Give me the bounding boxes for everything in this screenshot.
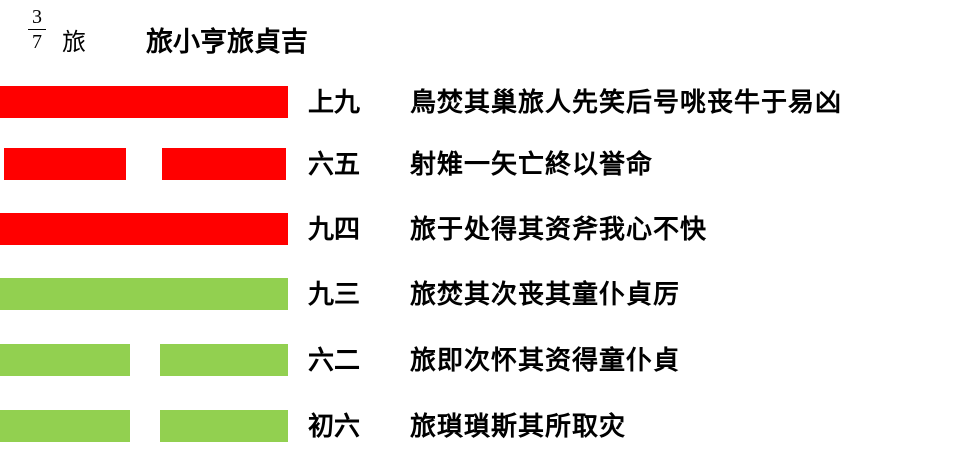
hexagram-name: 旅 (62, 28, 86, 56)
line-text: 旅于处得其资斧我心不快 (410, 215, 708, 245)
line-position-label: 六五 (308, 150, 361, 180)
line-position-label: 上九 (308, 88, 361, 118)
yin-line-segment-1 (0, 344, 130, 376)
line-text: 射雉一矢亡終以誉命 (410, 150, 654, 180)
hexagram-index-fraction: 3 7 (28, 6, 46, 53)
yin-line-segment-1 (0, 410, 130, 442)
hexagram-judgment: 旅小亨旅貞吉 (146, 27, 308, 58)
line-position-label: 九四 (308, 215, 361, 245)
line-text: 旅即次怀其资得童仆貞 (410, 346, 681, 376)
line-position-label: 九三 (308, 280, 361, 310)
fraction-denominator: 7 (32, 31, 42, 53)
line-position-label: 初六 (308, 412, 361, 442)
hexagram-line-3: 九三 旅焚其次丧其童仆貞厉 (0, 272, 966, 312)
yang-line-bar (0, 86, 288, 118)
yin-line-segment-2 (162, 148, 286, 180)
hexagram-line-5: 六五 射雉一矢亡終以誉命 (0, 142, 966, 182)
hexagram-line-6: 上九 鳥焚其巢旅人先笑后号咷丧牛于易凶 (0, 80, 966, 120)
yin-line-segment-2 (160, 344, 288, 376)
hexagram-line-4: 九四 旅于处得其资斧我心不快 (0, 207, 966, 247)
hexagram-line-2: 六二 旅即次怀其资得童仆貞 (0, 338, 966, 378)
line-position-label: 六二 (308, 346, 361, 376)
hexagram-line-1: 初六 旅瑣瑣斯其所取灾 (0, 404, 966, 444)
yin-line-segment-2 (160, 410, 288, 442)
line-text: 旅焚其次丧其童仆貞厉 (410, 280, 681, 310)
line-text: 旅瑣瑣斯其所取灾 (410, 412, 627, 442)
yang-line-bar (0, 278, 288, 310)
line-text: 鳥焚其巢旅人先笑后号咷丧牛于易凶 (410, 88, 843, 118)
fraction-bar (28, 29, 46, 30)
fraction-numerator: 3 (32, 6, 42, 28)
yin-line-segment-1 (4, 148, 126, 180)
yang-line-bar (0, 213, 288, 245)
